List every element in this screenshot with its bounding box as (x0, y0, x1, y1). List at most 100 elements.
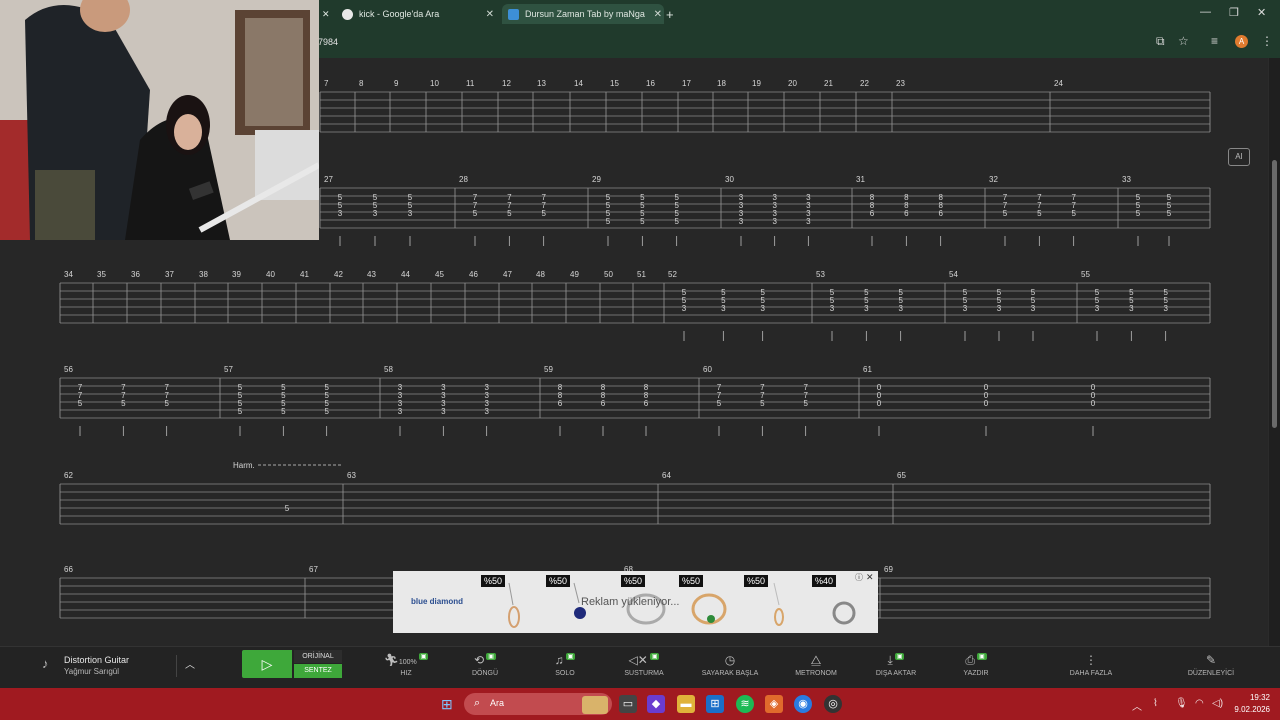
fret-number: 3 (997, 304, 1002, 313)
scroll-thumb[interactable] (1272, 160, 1277, 428)
instrument-name[interactable]: Distortion Guitar (64, 655, 129, 665)
clock-time[interactable]: 19:32 (1238, 693, 1270, 702)
ad-product[interactable]: %50 (481, 575, 541, 631)
mute-button[interactable]: ◁✕ ▣ SUSTURMA (614, 653, 674, 677)
wifi-icon[interactable]: ◠ (1195, 698, 1204, 709)
measure-number: 62 (64, 471, 73, 480)
fret-number: 5 (121, 399, 126, 408)
fret-number: 3 (760, 304, 765, 313)
chevron-up-icon[interactable]: ︿ (1132, 698, 1142, 713)
measure-number: 18 (717, 79, 726, 88)
close-window-icon[interactable]: ✕ (1257, 6, 1266, 19)
measure-number: 40 (266, 270, 275, 279)
windows-start-icon[interactable]: ⊞ (441, 696, 453, 713)
fret-number: 3 (1163, 304, 1168, 313)
chrome-icon[interactable]: ◉ (794, 695, 812, 713)
export-button[interactable]: ⤓ ▣ DIŞA AKTAR (866, 653, 926, 677)
measure-number: 34 (64, 270, 73, 279)
ad-product[interactable]: %50 (679, 575, 739, 631)
measure-number: 10 (430, 79, 439, 88)
measure-number: 46 (469, 270, 478, 279)
google-icon (342, 8, 353, 20)
search-highlight-icon[interactable] (582, 696, 608, 714)
tab-dursun-zaman[interactable]: Dursun Zaman Tab by maNga ✕ (502, 4, 664, 24)
clock-date[interactable]: 9.02.2026 (1228, 705, 1270, 714)
ad-product[interactable]: %50 (744, 575, 804, 631)
measure-number: 50 (604, 270, 613, 279)
advertisement-banner[interactable]: blue diamond %50 %50 %50 Reklam yükleniy… (393, 571, 878, 633)
ad-product[interactable]: %40 (812, 575, 872, 631)
ad-close-icon[interactable]: ✕ (866, 572, 874, 583)
countdown-icon: ◷ (724, 653, 736, 667)
guitar-icon: ♪ (42, 656, 49, 671)
task-view-icon[interactable]: ▭ (619, 695, 637, 713)
tab-google-search[interactable]: kick - Google'da Ara ✕ (342, 4, 496, 24)
fret-number: 3 (338, 209, 343, 218)
minimize-icon[interactable]: — (1200, 6, 1211, 18)
fret-number: 3 (772, 217, 777, 226)
obs-icon[interactable]: ◎ (824, 695, 842, 713)
measure-number: 61 (863, 365, 872, 374)
microphone-icon[interactable]: 🎙︎ (1175, 698, 1188, 709)
measure-number: 41 (300, 270, 309, 279)
fret-number: 5 (473, 209, 478, 218)
install-icon[interactable]: ⧉ (1156, 34, 1165, 49)
button-label: DÜZENLEYİCİ (1187, 670, 1235, 677)
loop-button[interactable]: ⟲ ▣ DÖNGÜ (455, 653, 515, 677)
mute-icon: ◁✕ ▣ (628, 653, 660, 667)
countdown-button[interactable]: ◷ SAYARAK BAŞLA (700, 653, 760, 677)
app-icon[interactable]: ◈ (765, 695, 783, 713)
measure-number: 63 (347, 471, 356, 480)
profile-avatar[interactable]: A (1235, 35, 1248, 48)
editor-button[interactable]: ✎ DÜZENLEYİCİ (1181, 653, 1241, 677)
site-icon (508, 8, 519, 20)
measure-number: 37 (165, 270, 174, 279)
restore-icon[interactable]: ❐ (1229, 6, 1239, 19)
synth-audio-toggle[interactable]: SENTEZ (294, 664, 342, 678)
fret-number: 6 (904, 209, 909, 218)
measure-number: 52 (668, 270, 677, 279)
discount-badge: %50 (621, 575, 646, 587)
address-bar[interactable]: 7984 (318, 30, 1198, 54)
media-icon[interactable]: ≡ (1211, 34, 1218, 48)
fret-number: 3 (441, 407, 446, 416)
spotify-icon[interactable]: ≋ (736, 695, 754, 713)
store-icon[interactable]: ⊞ (706, 695, 724, 713)
volume-icon[interactable]: ◁) (1212, 698, 1223, 709)
measure-number: 30 (725, 175, 734, 184)
copilot-icon[interactable]: ◆ (647, 695, 665, 713)
ad-info-icon[interactable]: ⓘ (855, 572, 863, 583)
fret-number: 5 (164, 399, 169, 408)
measure-number: 64 (662, 471, 671, 480)
fret-number: 5 (324, 407, 329, 416)
button-label: METRONOM (795, 670, 837, 677)
measure-number: 58 (384, 365, 393, 374)
more-button[interactable]: ⋮ DAHA FAZLA (1061, 653, 1121, 677)
print-button[interactable]: ⎙ ▣ YAZDIR (946, 653, 1006, 677)
network-icon[interactable]: ⌇ (1153, 698, 1158, 709)
bookmark-star-icon[interactable]: ☆ (1178, 34, 1189, 48)
measure-number: 66 (64, 565, 73, 574)
file-explorer-icon[interactable]: ▬ (677, 695, 695, 713)
measure-number: 47 (503, 270, 512, 279)
metronome-button[interactable]: ⧋ METRONOM (786, 653, 846, 677)
fret-number: 5 (674, 217, 679, 226)
original-audio-toggle[interactable]: ORİJİNAL (294, 650, 342, 663)
play-button[interactable]: ▷ (242, 650, 292, 678)
new-tab-icon[interactable]: + (666, 4, 674, 24)
button-label: DIŞA AKTAR (875, 670, 917, 677)
close-icon[interactable]: ✕ (486, 9, 494, 20)
ai-assistant-button[interactable]: AI (1228, 148, 1250, 166)
menu-dots-icon[interactable]: ⋮ (1261, 34, 1273, 48)
measure-number: 36 (131, 270, 140, 279)
measure-number: 33 (1122, 175, 1131, 184)
solo-button[interactable]: ♫ ▣ SOLO (535, 653, 595, 677)
fret-number: 5 (640, 217, 645, 226)
chevron-up-icon[interactable]: ︿ (176, 655, 203, 677)
tab-title: Dursun Zaman Tab by maNga (525, 9, 645, 19)
tab-close-icon[interactable]: ✕ (322, 4, 332, 24)
button-label: SOLO (555, 670, 575, 677)
speed-button[interactable]: 🏃︎100%▣ HIZ (376, 653, 436, 677)
close-icon[interactable]: ✕ (654, 9, 662, 20)
fret-number: 3 (398, 407, 403, 416)
